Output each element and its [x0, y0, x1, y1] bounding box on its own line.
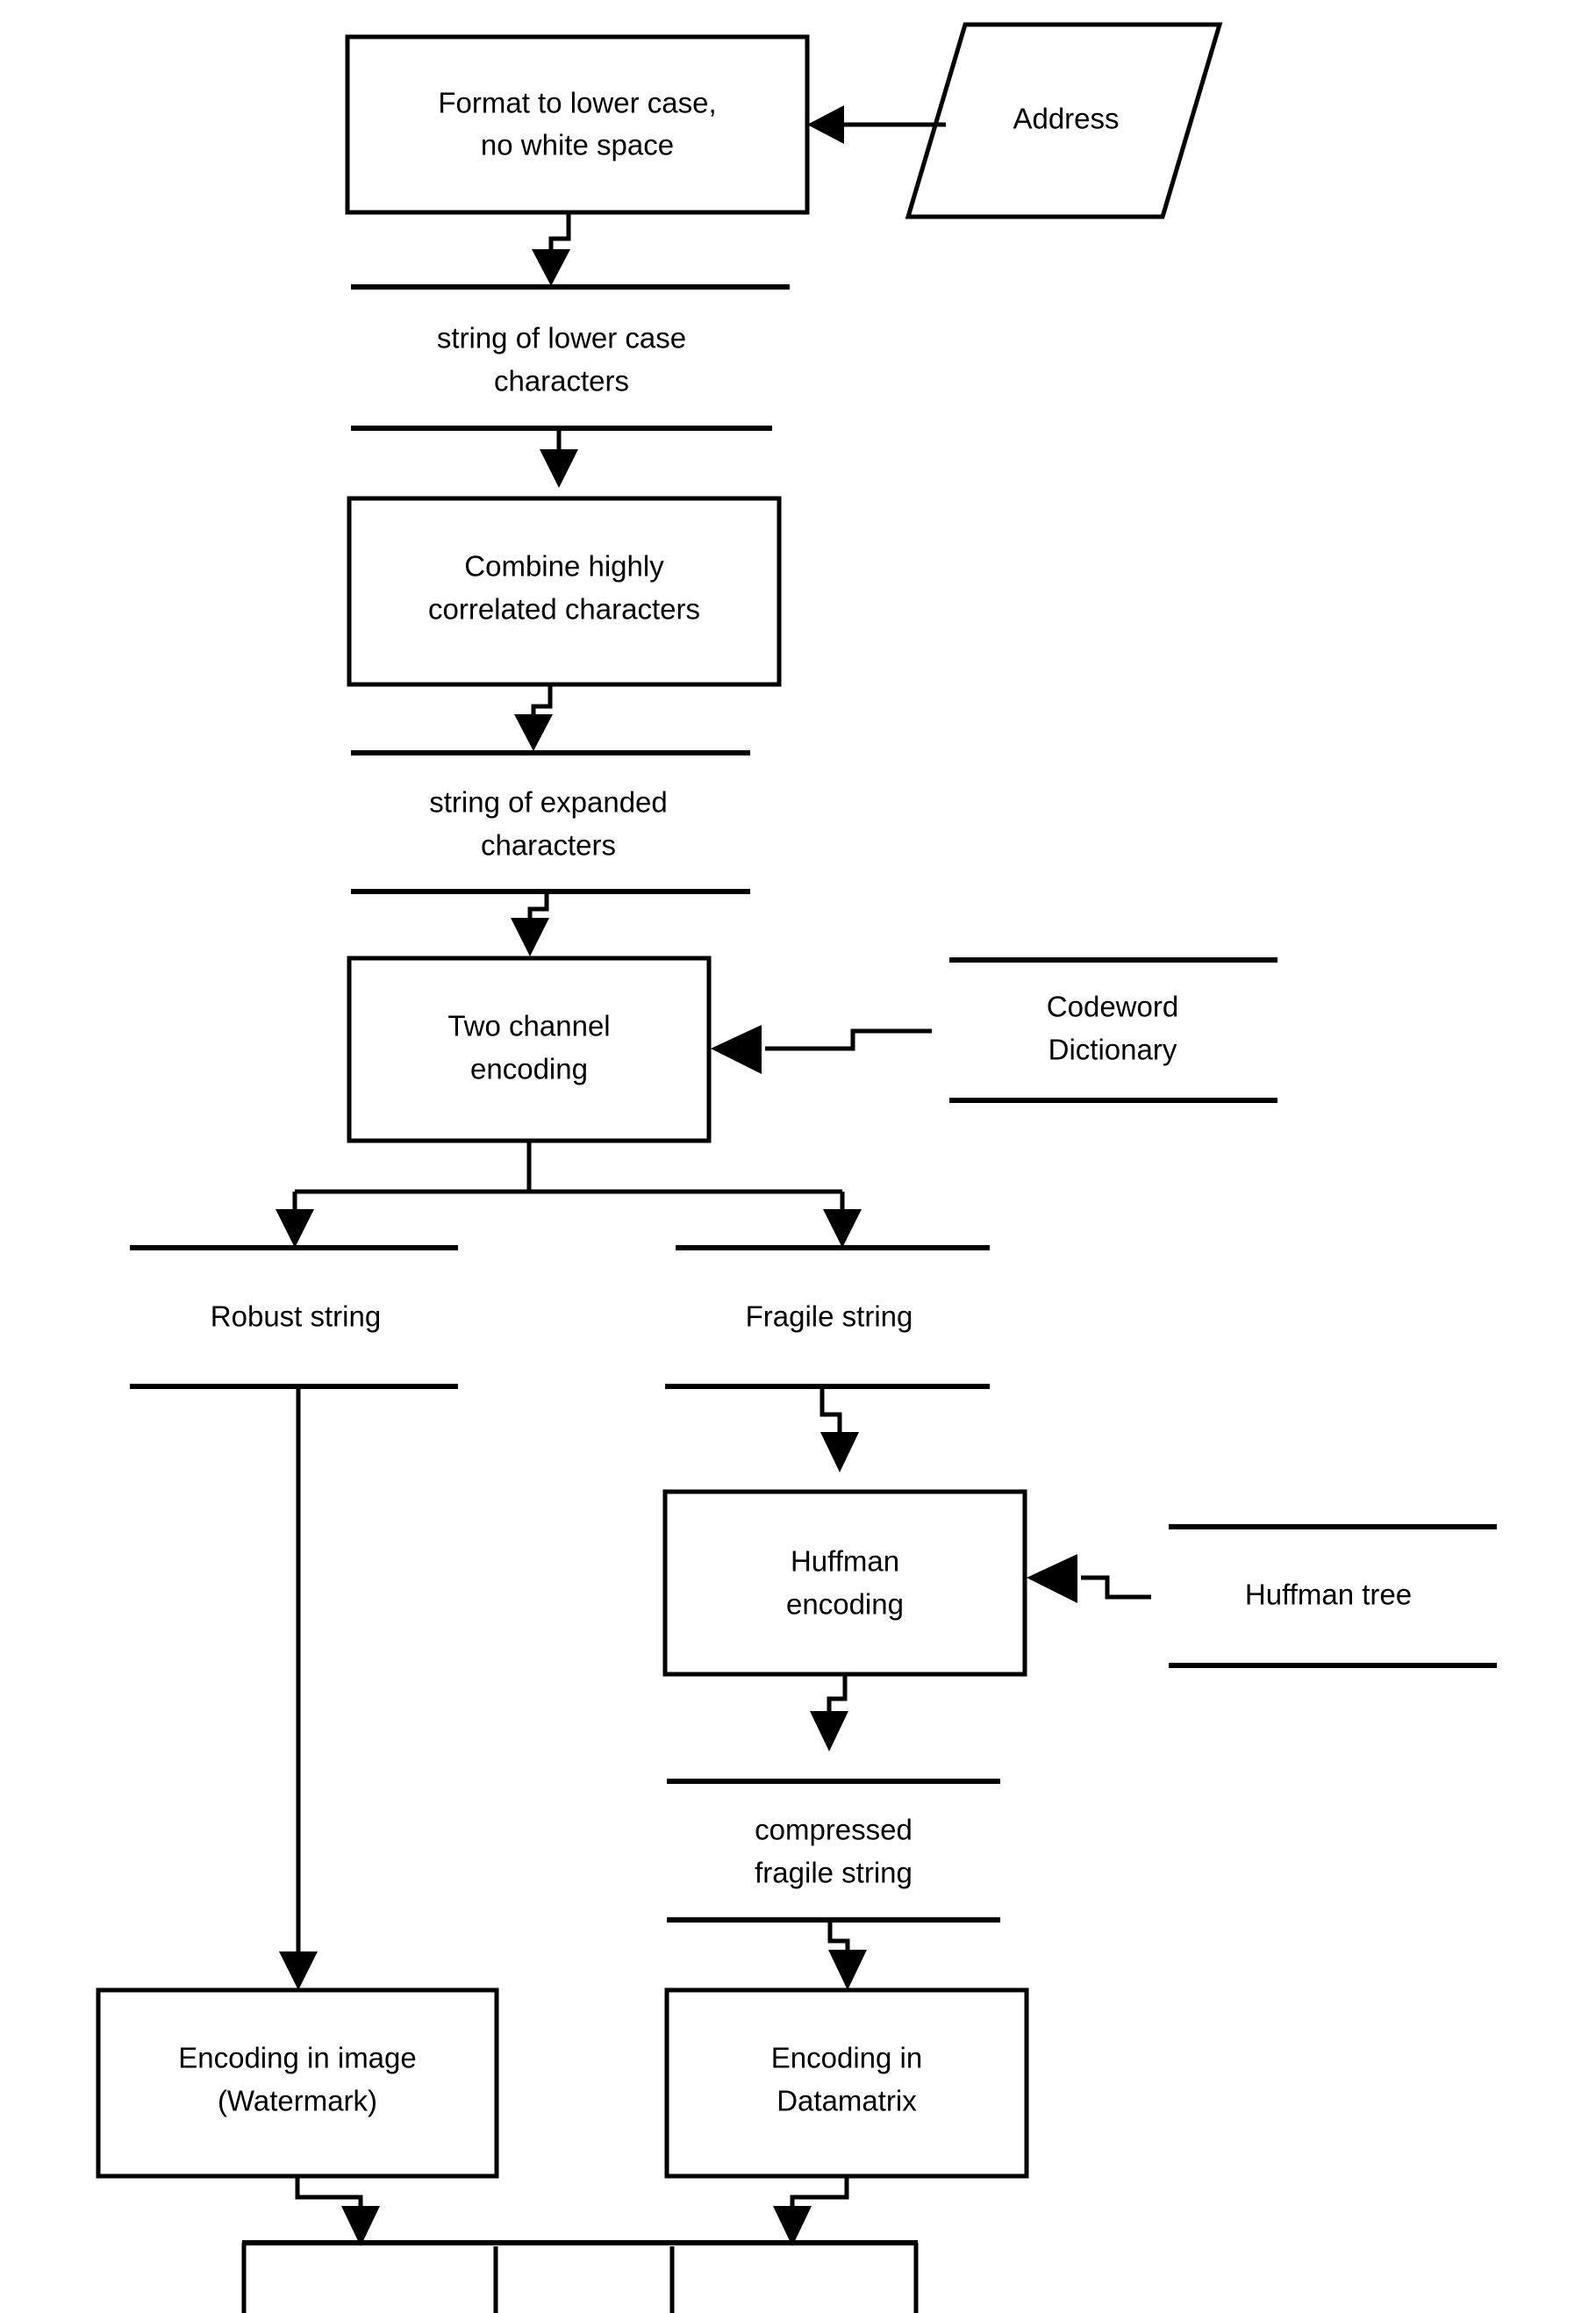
- two-channel-box-rect: [347, 956, 712, 1143]
- huffman-label-line2: encoding: [786, 1588, 904, 1621]
- arrowhead-down-to-datamatrix: [828, 1950, 867, 1990]
- flowchart-svg: Format to lower case, no white space Add…: [96, 22, 1497, 2313]
- edge-expanded-to-two-channel: [511, 892, 549, 956]
- encoding-datamatrix-label-line2: Datamatrix: [777, 2085, 917, 2117]
- fragile-label: Fragile string: [746, 1300, 913, 1333]
- arrowhead-down-to-combine: [540, 449, 578, 488]
- lowercase-label-line2: characters: [494, 365, 629, 397]
- node-string-of-expanded-characters[interactable]: string of expanded characters: [351, 750, 750, 894]
- node-address[interactable]: Address: [905, 22, 1223, 219]
- node-codeword-dictionary[interactable]: Codeword Dictionary: [949, 957, 1278, 1103]
- node-compressed-fragile-string[interactable]: compressed fragile string: [667, 1779, 1000, 1923]
- two-channel-label-line1: Two channel: [447, 1010, 610, 1042]
- arrowhead-down-to-expanded: [514, 714, 553, 751]
- edge-encoding-datamatrix-to-bottom: [773, 2176, 849, 2246]
- node-encoding-in-datamatrix[interactable]: Encoding in Datamatrix: [664, 1987, 1029, 2179]
- arrowhead-left-to-two-channel: [711, 1025, 762, 1074]
- address-label: Address: [1013, 103, 1119, 135]
- edge-robust-to-encoding-image: [279, 1386, 318, 1990]
- huffman-box-rect: [662, 1489, 1027, 1677]
- edge-huffman-to-compressed-fragile: [810, 1674, 848, 1751]
- expanded-label-line1: string of expanded: [429, 786, 668, 819]
- codeword-label-line2: Dictionary: [1048, 1034, 1177, 1066]
- edge-two-channel-split: [276, 1141, 862, 1248]
- compressed-label-line2: fragile string: [755, 1857, 913, 1889]
- encoding-datamatrix-label-line1: Encoding in: [771, 2042, 922, 2074]
- huffman-tree-label: Huffman tree: [1245, 1579, 1412, 1611]
- edge-address-to-format: [807, 105, 946, 144]
- edge-huffman-tree-to-huffman-encoding: [1027, 1554, 1151, 1603]
- node-two-channel-encoding[interactable]: Two channel encoding: [347, 956, 712, 1143]
- arrowhead-down-to-fragile: [823, 1209, 862, 1248]
- arrowhead-left-to-format: [807, 105, 844, 144]
- format-box-rect: [345, 34, 810, 215]
- format-box-label-line1: Format to lower case,: [438, 87, 716, 119]
- encoding-image-label-line1: Encoding in image: [178, 2042, 417, 2074]
- expanded-label-line2: characters: [481, 829, 616, 862]
- node-huffman-tree[interactable]: Huffman tree: [1169, 1524, 1497, 1668]
- edge-combine-to-expanded-string: [514, 684, 553, 751]
- compressed-label-line1: compressed: [755, 1814, 913, 1846]
- node-encoding-in-image-watermark[interactable]: Encoding in image (Watermark): [96, 1987, 499, 2179]
- arrowhead-down-to-compressed: [810, 1711, 848, 1751]
- node-format-to-lower-case[interactable]: Format to lower case, no white space: [345, 34, 810, 215]
- combine-label-line1: Combine highly: [464, 550, 664, 583]
- encoding-image-label-line2: (Watermark): [218, 2085, 377, 2117]
- arrowhead-down-to-encoding-image: [279, 1951, 318, 1990]
- node-huffman-encoding[interactable]: Huffman encoding: [662, 1489, 1027, 1677]
- arrowhead-down-to-lowercase: [532, 249, 570, 286]
- two-channel-label-line2: encoding: [470, 1053, 588, 1085]
- huffman-label-line1: Huffman: [791, 1545, 899, 1578]
- edge-fragile-to-huffman: [819, 1386, 859, 1472]
- edge-encoding-image-to-bottom: [295, 2176, 380, 2246]
- encoding-image-box-rect: [96, 1987, 499, 2179]
- node-fragile-string[interactable]: Fragile string: [665, 1245, 990, 1389]
- combine-label-line2: correlated characters: [428, 593, 700, 626]
- node-string-of-lower-case-characters[interactable]: string of lower case characters: [351, 284, 790, 431]
- combine-box-rect: [347, 496, 782, 687]
- node-robust-string[interactable]: Robust string: [130, 1245, 458, 1389]
- edge-compressed-to-datamatrix: [827, 1920, 867, 1990]
- lowercase-label-line1: string of lower case: [437, 322, 686, 354]
- robust-label: Robust string: [211, 1300, 381, 1333]
- node-combine-highly-correlated-characters[interactable]: Combine highly correlated characters: [347, 496, 782, 687]
- codeword-label-line1: Codeword: [1047, 991, 1178, 1023]
- edge-codeword-to-two-channel: [711, 1025, 932, 1074]
- node-bottom-cut-off-table[interactable]: [241, 2240, 919, 2313]
- encoding-datamatrix-box-rect: [664, 1987, 1029, 2179]
- arrowhead-down-to-two-channel: [511, 918, 549, 956]
- format-box-label-line2: no white space: [481, 129, 674, 161]
- arrowhead-down-to-huffman: [820, 1432, 859, 1472]
- edge-format-to-lowercase-string: [532, 213, 571, 286]
- arrowhead-down-to-robust: [276, 1209, 314, 1248]
- arrowhead-left-to-huffman: [1027, 1554, 1077, 1603]
- flowchart-canvas: Format to lower case, no white space Add…: [0, 0, 1596, 2313]
- edge-lowercase-to-combine: [540, 428, 578, 488]
